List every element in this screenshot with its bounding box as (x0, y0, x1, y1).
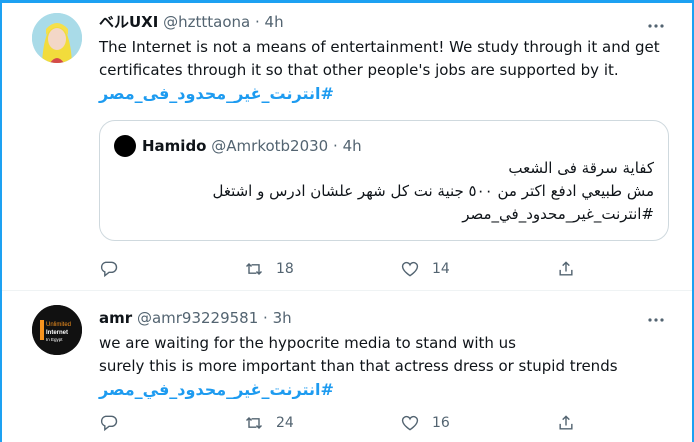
tweet-header: ベルUXI @hztttaona · 4h (99, 12, 652, 32)
more-options-icon[interactable] (646, 310, 666, 330)
tweet[interactable]: Unlimited Internet In Egypt amr @amr9322… (2, 291, 692, 442)
quote-text-line: مش طبيعي ادفع اكتر من ٥٠٠ جنية نت كل شهر… (212, 182, 654, 200)
tweet-text: we are waiting for the hypocrite media t… (99, 332, 672, 402)
quote-handle[interactable]: @Amrkotb2030 (211, 137, 328, 155)
separator: · (263, 309, 268, 327)
tweet[interactable]: ベルUXI @hztttaona · 4h The Internet is no… (2, 3, 692, 291)
retweet-icon (245, 262, 263, 276)
hashtag-link[interactable]: #انترنت_غير_محدود_في_مصر (99, 380, 334, 399)
tweet-text-line: The Internet is not a means of entertain… (99, 38, 660, 56)
retweet-button[interactable]: 18 (244, 257, 294, 281)
quote-text-line: كفاية سرقة فى الشعب (508, 159, 654, 177)
tweet-text-line: certificates through it so that other pe… (99, 61, 619, 79)
share-button[interactable] (556, 411, 576, 435)
like-button[interactable]: 14 (400, 257, 450, 281)
tweet-actions: 24 16 (99, 411, 579, 435)
more-options-icon[interactable] (646, 16, 666, 36)
display-name[interactable]: amr (99, 309, 132, 327)
retweet-count: 18 (276, 261, 294, 277)
reply-button[interactable] (99, 257, 131, 281)
retweet-button[interactable]: 24 (244, 411, 294, 435)
reply-button[interactable] (99, 411, 131, 435)
tweet-header: amr @amr93229581 · 3h (99, 308, 652, 328)
handle[interactable]: @hztttaona (163, 13, 250, 31)
share-button[interactable] (556, 257, 576, 281)
reply-icon (100, 261, 118, 278)
quoted-tweet[interactable]: Hamido @Amrkotb2030 · 4h كفاية سرقة فى ا… (99, 120, 669, 241)
quote-header: Hamido @Amrkotb2030 · 4h (142, 135, 362, 157)
heart-icon (401, 415, 419, 431)
avatar[interactable] (32, 13, 82, 63)
retweet-icon (245, 416, 263, 430)
like-button[interactable]: 16 (400, 411, 450, 435)
avatar-text: In Egypt (46, 337, 63, 342)
retweet-count: 24 (276, 415, 294, 431)
heart-icon (401, 261, 419, 277)
separator: · (333, 137, 338, 155)
reply-icon (100, 415, 118, 432)
tweet-actions: 18 14 (99, 257, 579, 281)
like-count: 16 (432, 415, 450, 431)
avatar[interactable]: Unlimited Internet In Egypt (32, 305, 82, 355)
quote-text-line: #انترنت_غير_محدود_في_مصر (462, 205, 654, 223)
handle[interactable]: @amr93229581 (137, 309, 258, 327)
share-icon (559, 261, 573, 276)
separator: · (254, 13, 260, 31)
tweet-text-line: surely this is more important than that … (99, 357, 618, 375)
avatar-text: Unlimited (46, 322, 71, 328)
display-name[interactable]: ベルUXI (99, 13, 158, 31)
tweet-text: The Internet is not a means of entertain… (99, 36, 672, 106)
quote-timestamp[interactable]: 4h (343, 137, 362, 155)
quote-display-name[interactable]: Hamido (142, 137, 207, 155)
avatar-text: Internet (46, 330, 68, 336)
hashtag-link[interactable]: #انترنت_غير_محدود_فى_مصر (99, 84, 334, 103)
tweet-text-line: we are waiting for the hypocrite media t… (99, 334, 516, 352)
like-count: 14 (432, 261, 450, 277)
timestamp[interactable]: 3h (273, 309, 292, 327)
timestamp[interactable]: 4h (265, 13, 284, 31)
quote-avatar[interactable] (114, 135, 136, 157)
share-icon (559, 415, 573, 430)
quote-text: كفاية سرقة فى الشعب مش طبيعي ادفع اكتر م… (114, 157, 654, 226)
